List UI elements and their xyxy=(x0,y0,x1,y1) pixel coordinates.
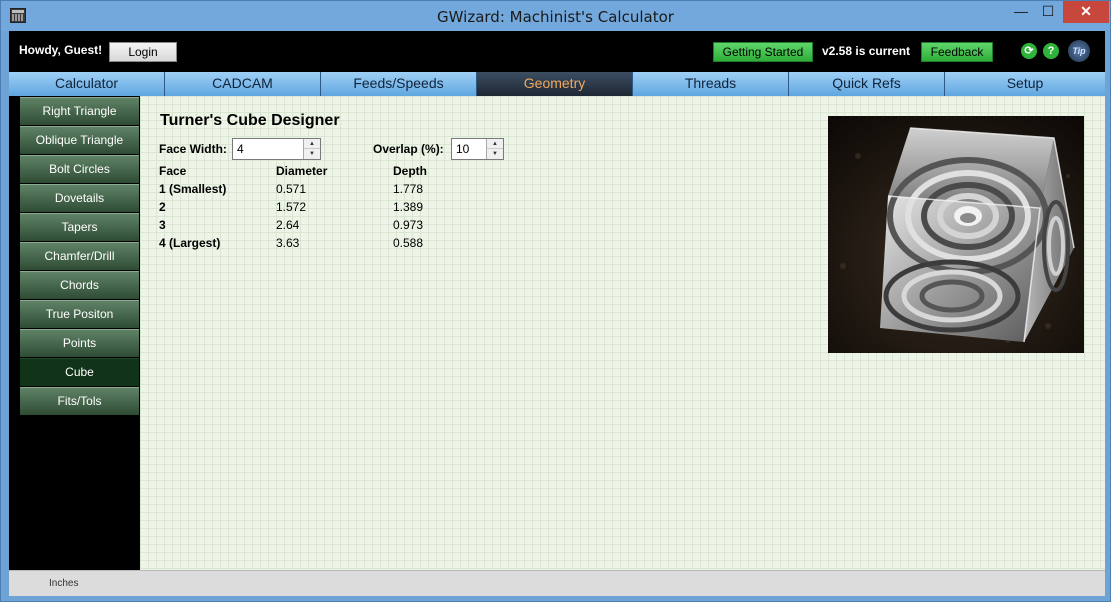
column-header-face: Face xyxy=(159,164,187,178)
stepper-up-icon[interactable]: ▲ xyxy=(487,139,503,149)
diameter-cell: 1.572 xyxy=(276,200,307,214)
tab-calculator[interactable]: Calculator xyxy=(9,72,165,96)
tab-geometry[interactable]: Geometry xyxy=(477,72,633,96)
column-header-diameter: Diameter xyxy=(276,164,328,178)
diameter-cell: 3.63 xyxy=(276,236,300,250)
sidebar-item-fits-tols[interactable]: Fits/Tols xyxy=(20,387,139,415)
stepper-up-icon[interactable]: ▲ xyxy=(304,139,320,149)
client-area: Howdy, Guest! Login Getting Started v2.5… xyxy=(9,31,1105,596)
face-width-arrows[interactable]: ▲ ▼ xyxy=(303,139,320,159)
overlap-stepper[interactable]: 10 ▲ ▼ xyxy=(451,138,504,160)
overlap-arrows[interactable]: ▲ ▼ xyxy=(486,139,503,159)
face-width-stepper[interactable]: 4 ▲ ▼ xyxy=(232,138,321,160)
sidebar-item-oblique-triangle[interactable]: Oblique Triangle xyxy=(20,126,139,154)
title-bar: GWizard: Machinist's Calculator — ☐ ✕ xyxy=(1,1,1110,31)
feedback-button[interactable]: Feedback xyxy=(921,42,993,62)
face-cell: 4 (Largest) xyxy=(159,236,221,250)
face-width-label: Face Width: xyxy=(159,142,227,156)
sidebar-item-true-position[interactable]: True Positon xyxy=(20,300,139,328)
depth-cell: 1.778 xyxy=(393,182,424,196)
column-header-depth: Depth xyxy=(393,164,427,178)
geometry-sidebar: Right Triangle Oblique Triangle Bolt Cir… xyxy=(9,96,139,570)
minimize-button[interactable]: — xyxy=(1006,1,1036,23)
status-bar: Inches xyxy=(9,570,1105,596)
tab-setup[interactable]: Setup xyxy=(945,72,1105,96)
tab-feeds-speeds[interactable]: Feeds/Speeds xyxy=(321,72,477,96)
sidebar-item-chords[interactable]: Chords xyxy=(20,271,139,299)
depth-cell: 0.588 xyxy=(393,236,424,250)
overlap-label: Overlap (%): xyxy=(373,142,444,156)
turners-cube-image xyxy=(828,116,1084,353)
stepper-down-icon[interactable]: ▼ xyxy=(304,149,320,159)
face-width-value[interactable]: 4 xyxy=(237,142,244,156)
login-button[interactable]: Login xyxy=(109,42,177,62)
version-status: v2.58 is current xyxy=(822,44,911,58)
diameter-cell: 0.571 xyxy=(276,182,307,196)
units-status: Inches xyxy=(49,578,79,589)
main-tabs: Calculator CADCAM Feeds/Speeds Geometry … xyxy=(9,72,1105,96)
tab-threads[interactable]: Threads xyxy=(633,72,789,96)
greeting-text: Howdy, Guest! xyxy=(19,43,103,57)
app-window: GWizard: Machinist's Calculator — ☐ ✕ Ho… xyxy=(0,0,1111,602)
sidebar-item-right-triangle[interactable]: Right Triangle xyxy=(20,97,139,125)
face-cell: 3 xyxy=(159,218,166,232)
face-cell: 2 xyxy=(159,200,166,214)
overlap-value[interactable]: 10 xyxy=(456,142,469,156)
diameter-cell: 2.64 xyxy=(276,218,300,232)
help-icon[interactable]: ? xyxy=(1043,43,1059,59)
cube-illustration xyxy=(828,116,1084,353)
page-title: Turner's Cube Designer xyxy=(160,112,340,129)
sidebar-item-dovetails[interactable]: Dovetails xyxy=(20,184,139,212)
refresh-icon[interactable]: ⟳ xyxy=(1021,43,1037,59)
sidebar-item-chamfer-drill[interactable]: Chamfer/Drill xyxy=(20,242,139,270)
face-cell: 1 (Smallest) xyxy=(159,182,227,196)
cube-designer-panel: Turner's Cube Designer Face Width: 4 ▲ ▼… xyxy=(140,96,1105,570)
sidebar-item-points[interactable]: Points xyxy=(20,329,139,357)
depth-cell: 1.389 xyxy=(393,200,424,214)
close-button[interactable]: ✕ xyxy=(1063,1,1109,23)
getting-started-button[interactable]: Getting Started xyxy=(713,42,813,62)
window-title: GWizard: Machinist's Calculator xyxy=(437,8,674,26)
depth-cell: 0.973 xyxy=(393,218,424,232)
tab-cadcam[interactable]: CADCAM xyxy=(165,72,321,96)
sidebar-item-tapers[interactable]: Tapers xyxy=(20,213,139,241)
sidebar-item-bolt-circles[interactable]: Bolt Circles xyxy=(20,155,139,183)
tip-icon[interactable]: Tip xyxy=(1068,40,1090,62)
stepper-down-icon[interactable]: ▼ xyxy=(487,149,503,159)
top-bar: Howdy, Guest! Login Getting Started v2.5… xyxy=(9,31,1105,71)
maximize-button[interactable]: ☐ xyxy=(1033,1,1063,23)
sidebar-item-cube[interactable]: Cube xyxy=(20,358,139,386)
tab-quick-refs[interactable]: Quick Refs xyxy=(789,72,945,96)
